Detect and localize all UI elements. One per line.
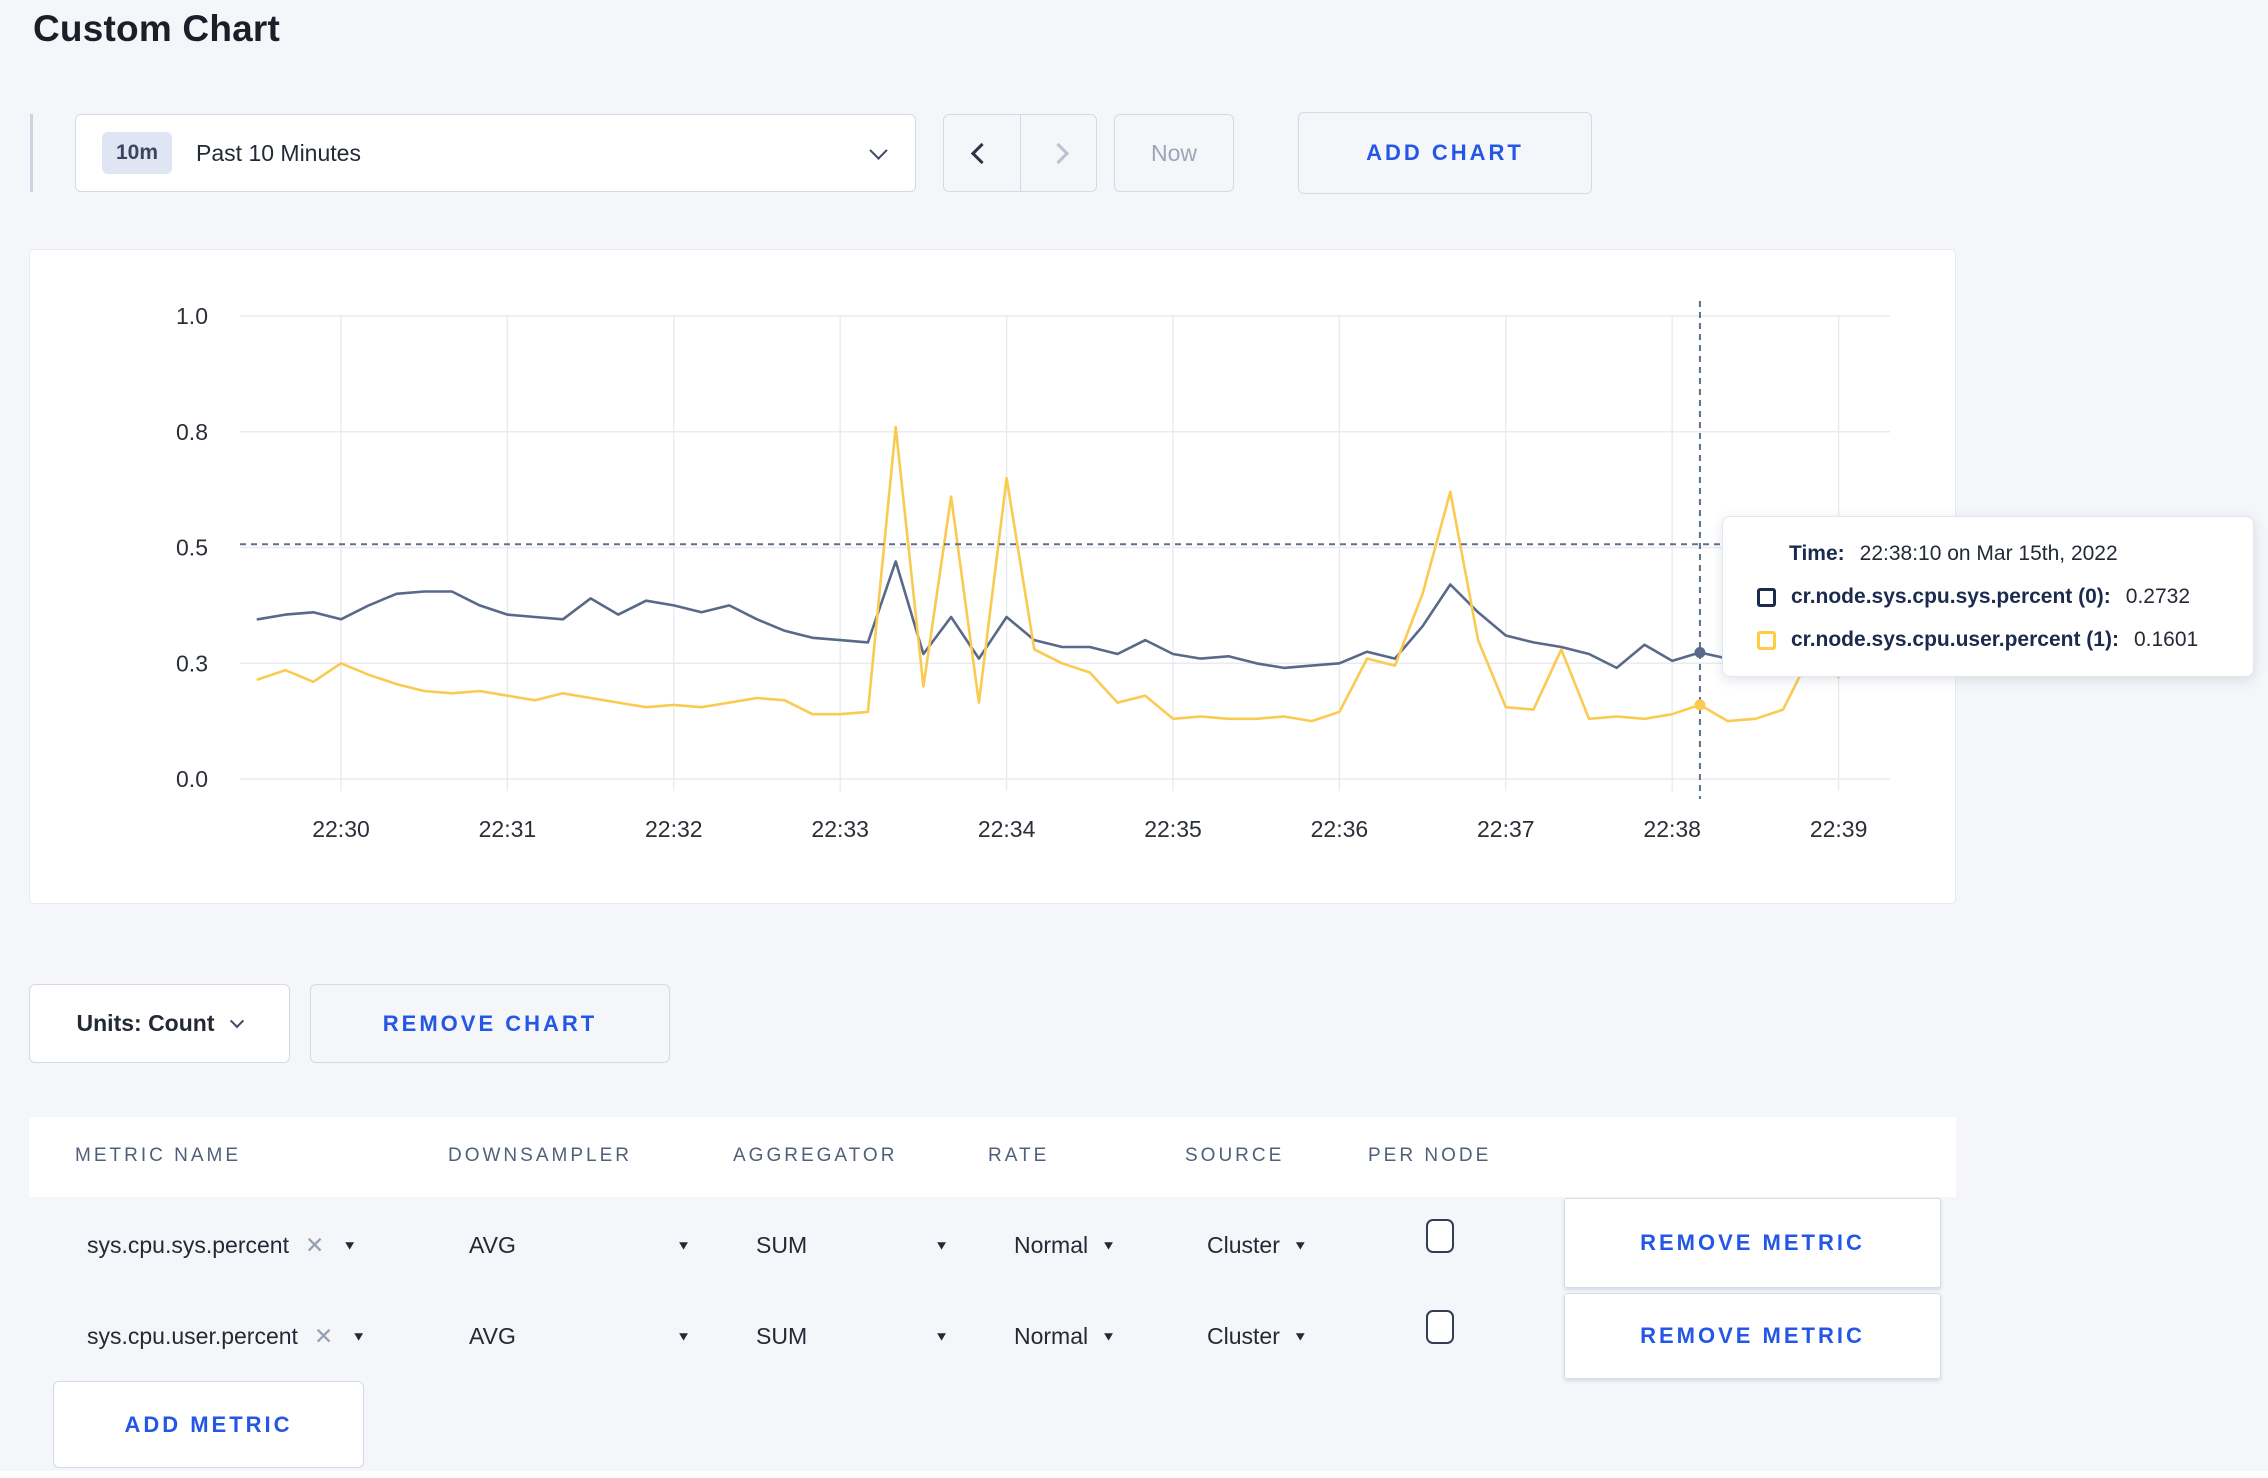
col-header-aggregator: AGGREGATOR	[733, 1145, 898, 1166]
time-range-badge: 10m	[102, 132, 173, 174]
col-header-rate: RATE	[988, 1145, 1050, 1166]
toolbar-divider	[30, 114, 33, 192]
caret-down-icon: ▼	[351, 1328, 367, 1344]
units-select[interactable]: Units: Count	[29, 984, 290, 1063]
remove-chart-button[interactable]: REMOVE CHART	[310, 984, 670, 1063]
svg-text:22:35: 22:35	[1144, 816, 1202, 842]
chart-card: 0.0 0.3 0.5 0.8 1.0 22:30 22:31 22:32 22:33 22:34…	[29, 249, 1956, 904]
svg-text:22:33: 22:33	[811, 816, 869, 842]
caret-down-icon: ▼	[934, 1328, 949, 1344]
col-header-downsampler: DOWNSAMPLER	[448, 1145, 632, 1166]
caret-down-icon: ▼	[1292, 1328, 1308, 1344]
metrics-table-header: METRIC NAME DOWNSAMPLER AGGREGATOR RATE …	[29, 1117, 1956, 1197]
clear-metric-icon[interactable]: ✕	[305, 1232, 324, 1259]
svg-text:22:39: 22:39	[1810, 816, 1868, 842]
downsampler-select[interactable]: AVG ▼	[469, 1200, 691, 1290]
svg-text:0.0: 0.0	[176, 766, 208, 792]
time-forward-button[interactable]	[1019, 115, 1097, 191]
tooltip-series-row: cr.node.sys.cpu.user.percent (1): 0.1601	[1757, 624, 2253, 656]
caret-down-icon: ▼	[1101, 1328, 1116, 1344]
svg-text:22:30: 22:30	[312, 816, 370, 842]
per-node-checkbox[interactable]	[1426, 1219, 1454, 1253]
source-select[interactable]: Cluster ▼	[1207, 1291, 1308, 1381]
time-range-picker[interactable]: 10m Past 10 Minutes	[75, 114, 916, 192]
page-title: Custom Chart	[33, 8, 281, 49]
series-swatch-sys-icon	[1757, 587, 1776, 607]
time-back-button[interactable]	[944, 115, 1020, 191]
next-card-edge	[0, 1471, 2268, 1478]
units-label: Units: Count	[76, 1010, 215, 1036]
caret-down-icon: ▼	[1101, 1237, 1116, 1253]
svg-text:22:37: 22:37	[1477, 816, 1535, 842]
tooltip-time-row: Time: 22:38:10 on Mar 15th, 2022	[1789, 538, 2253, 570]
chevron-down-icon	[230, 1013, 245, 1028]
downsampler-select[interactable]: AVG ▼	[469, 1291, 691, 1381]
rate-select[interactable]: Normal ▼	[1014, 1200, 1116, 1290]
metric-name-select[interactable]: sys.cpu.sys.percent ✕ ▼	[87, 1200, 357, 1290]
metric-name-select[interactable]: sys.cpu.user.percent ✕ ▼	[87, 1291, 366, 1381]
svg-text:22:31: 22:31	[479, 816, 537, 842]
metric-name-label: sys.cpu.user.percent	[87, 1322, 298, 1349]
rate-select[interactable]: Normal ▼	[1014, 1291, 1116, 1381]
tooltip-sys-value: 0.2732	[2125, 585, 2191, 608]
metric-name-label: sys.cpu.sys.percent	[87, 1231, 289, 1258]
now-button[interactable]: Now	[1114, 114, 1234, 192]
chevron-right-icon	[1047, 142, 1069, 164]
tooltip-time-label: Time:	[1789, 542, 1845, 565]
tooltip-user-value: 0.1601	[2133, 628, 2199, 651]
tooltip-user-label: cr.node.sys.cpu.user.percent (1):	[1791, 628, 2119, 651]
col-header-source: SOURCE	[1185, 1145, 1285, 1166]
caret-down-icon: ▼	[934, 1237, 949, 1253]
col-header-per-node: PER NODE	[1368, 1145, 1492, 1166]
time-range-label: Past 10 Minutes	[196, 139, 361, 166]
caret-down-icon: ▼	[342, 1237, 358, 1253]
col-header-metric-name: METRIC NAME	[75, 1145, 241, 1166]
tooltip-series-row: cr.node.sys.cpu.sys.percent (0): 0.2732	[1757, 581, 2253, 613]
svg-text:22:38: 22:38	[1643, 816, 1701, 842]
aggregator-select[interactable]: SUM ▼	[756, 1291, 949, 1381]
aggregator-select[interactable]: SUM ▼	[756, 1200, 949, 1290]
source-select[interactable]: Cluster ▼	[1207, 1200, 1308, 1290]
remove-metric-button[interactable]: REMOVE METRIC	[1564, 1293, 1941, 1379]
svg-text:0.5: 0.5	[176, 535, 208, 561]
tooltip-sys-label: cr.node.sys.cpu.sys.percent (0):	[1791, 585, 2111, 608]
caret-down-icon: ▼	[676, 1237, 691, 1253]
add-metric-button[interactable]: ADD METRIC	[53, 1381, 364, 1468]
svg-text:22:34: 22:34	[978, 816, 1036, 842]
time-nav-group	[943, 114, 1097, 192]
svg-text:1.0: 1.0	[176, 303, 208, 329]
svg-text:0.3: 0.3	[176, 650, 208, 676]
series-swatch-user-icon	[1757, 630, 1776, 650]
svg-text:22:36: 22:36	[1311, 816, 1369, 842]
remove-metric-button[interactable]: REMOVE METRIC	[1564, 1198, 1941, 1288]
tooltip-time-value: 22:38:10 on Mar 15th, 2022	[1859, 542, 2118, 565]
per-node-checkbox[interactable]	[1426, 1310, 1454, 1344]
chart-tooltip: Time: 22:38:10 on Mar 15th, 2022 cr.node…	[1722, 516, 2254, 677]
chevron-down-icon	[869, 140, 888, 160]
caret-down-icon: ▼	[1292, 1237, 1308, 1253]
clear-metric-icon[interactable]: ✕	[314, 1323, 333, 1350]
svg-text:0.8: 0.8	[176, 419, 208, 445]
chevron-left-icon	[971, 142, 993, 164]
caret-down-icon: ▼	[676, 1328, 691, 1344]
svg-text:22:32: 22:32	[645, 816, 703, 842]
add-chart-button[interactable]: ADD CHART	[1298, 112, 1592, 194]
timeseries-chart[interactable]: 0.0 0.3 0.5 0.8 1.0 22:30 22:31 22:32 22:33 22:34…	[30, 250, 1957, 905]
